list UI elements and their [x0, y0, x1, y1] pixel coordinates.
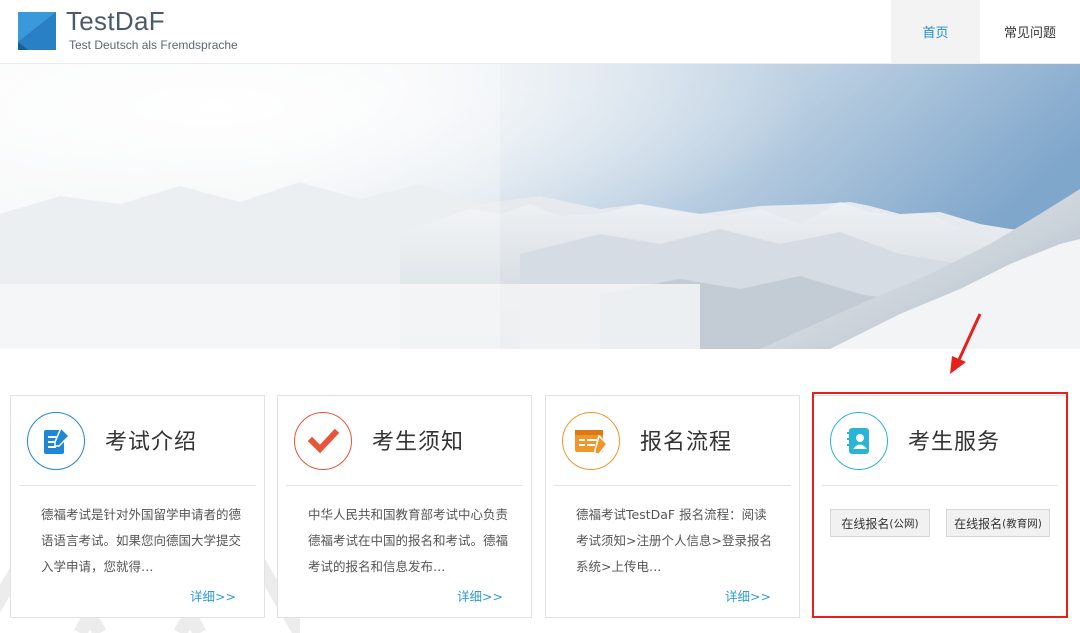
button-label: 在线报名	[954, 516, 1003, 531]
contact-book-icon	[830, 412, 888, 470]
card-exam-intro: 考试介绍 德福考试是针对外国留学申请者的德语语言考试。如果您向德国大学提交入学申…	[10, 395, 265, 618]
card-title: 考试介绍	[105, 430, 198, 455]
card-divider	[286, 485, 523, 486]
card-divider	[19, 485, 256, 486]
button-label-network: (教育网)	[1002, 517, 1042, 530]
card-title: 报名流程	[640, 430, 733, 455]
card-candidate-services: 考生服务 在线报名 (公网) 在线报名 (教育网)	[813, 395, 1067, 618]
card-description: 德福考试TestDaF 报名流程：阅读考试须知>注册个人信息>登录报名系统>上传…	[576, 507, 772, 574]
details-link[interactable]: 详细>>	[725, 586, 771, 605]
nav-item-faq[interactable]: 常见问题	[980, 0, 1080, 63]
card-title: 考生须知	[372, 430, 465, 455]
nav-item-home[interactable]: 首页	[891, 0, 980, 63]
button-label: 在线报名	[841, 516, 890, 531]
details-link[interactable]: 详细>>	[190, 586, 236, 605]
card-divider	[822, 485, 1058, 486]
card-description: 中华人民共和国教育部考试中心负责德福考试在中国的报名和考试。德福考试的报名和信息…	[308, 507, 509, 574]
card-title: 考生服务	[908, 430, 1001, 455]
form-pen-icon	[562, 412, 620, 470]
card-divider	[554, 485, 791, 486]
card-registration-process: 报名流程 德福考试TestDaF 报名流程：阅读考试须知>注册个人信息>登录报名…	[545, 395, 800, 618]
online-registration-public-button[interactable]: 在线报名 (公网)	[830, 509, 930, 537]
testdaf-logo-icon[interactable]	[18, 12, 56, 50]
button-label-network: (公网)	[889, 517, 919, 530]
card-candidate-notice: 考生须知 中华人民共和国教育部考试中心负责德福考试在中国的报名和考试。德福考试的…	[277, 395, 532, 618]
site-header: TestDaF Test Deutsch als Fremdsprache 首页…	[0, 0, 1080, 64]
card-description: 德福考试是针对外国留学申请者的德语语言考试。如果您向德国大学提交入学申请，您就得…	[41, 507, 242, 574]
details-link[interactable]: 详细>>	[457, 586, 503, 605]
checkmark-icon	[294, 412, 352, 470]
logo-subtitle: Test Deutsch als Fremdsprache	[69, 38, 238, 52]
logo-title[interactable]: TestDaF	[66, 6, 165, 37]
red-arrow-icon	[950, 313, 982, 374]
hero-banner-mountains	[0, 64, 1080, 349]
document-edit-icon	[27, 412, 85, 470]
main-nav: 首页 常见问题	[891, 0, 1080, 63]
online-registration-edu-button[interactable]: 在线报名 (教育网)	[946, 509, 1050, 537]
